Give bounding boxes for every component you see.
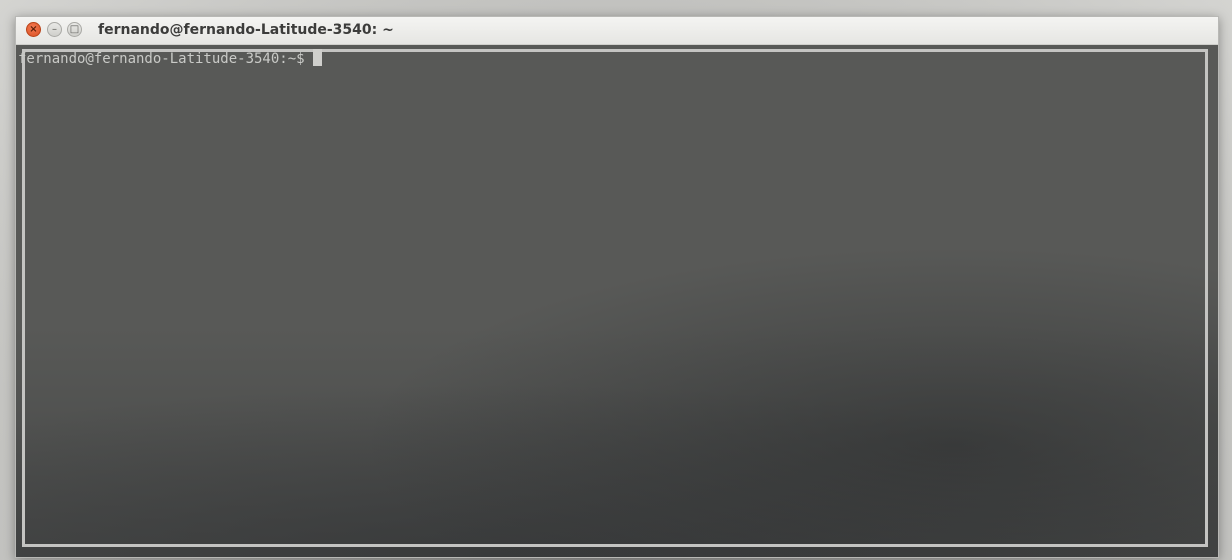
title-bar[interactable]: × – □ fernando@fernando-Latitude-3540: ~ [16, 17, 1218, 45]
text-cursor [312, 49, 322, 66]
prompt-line: fernando@fernando-Latitude-3540:~$ [18, 49, 322, 68]
maximize-icon[interactable]: □ [67, 22, 82, 37]
shell-prompt: fernando@fernando-Latitude-3540:~$ [18, 51, 305, 67]
terminal-area[interactable]: fernando@fernando-Latitude-3540:~$ [16, 45, 1218, 557]
terminal-window: × – □ fernando@fernando-Latitude-3540: ~… [15, 16, 1219, 558]
minimize-icon[interactable]: – [47, 22, 62, 37]
desktop-background: × – □ fernando@fernando-Latitude-3540: ~… [0, 0, 1232, 560]
close-icon[interactable]: × [26, 22, 41, 37]
terminal-background-image [16, 45, 1218, 557]
window-title: fernando@fernando-Latitude-3540: ~ [98, 22, 394, 38]
